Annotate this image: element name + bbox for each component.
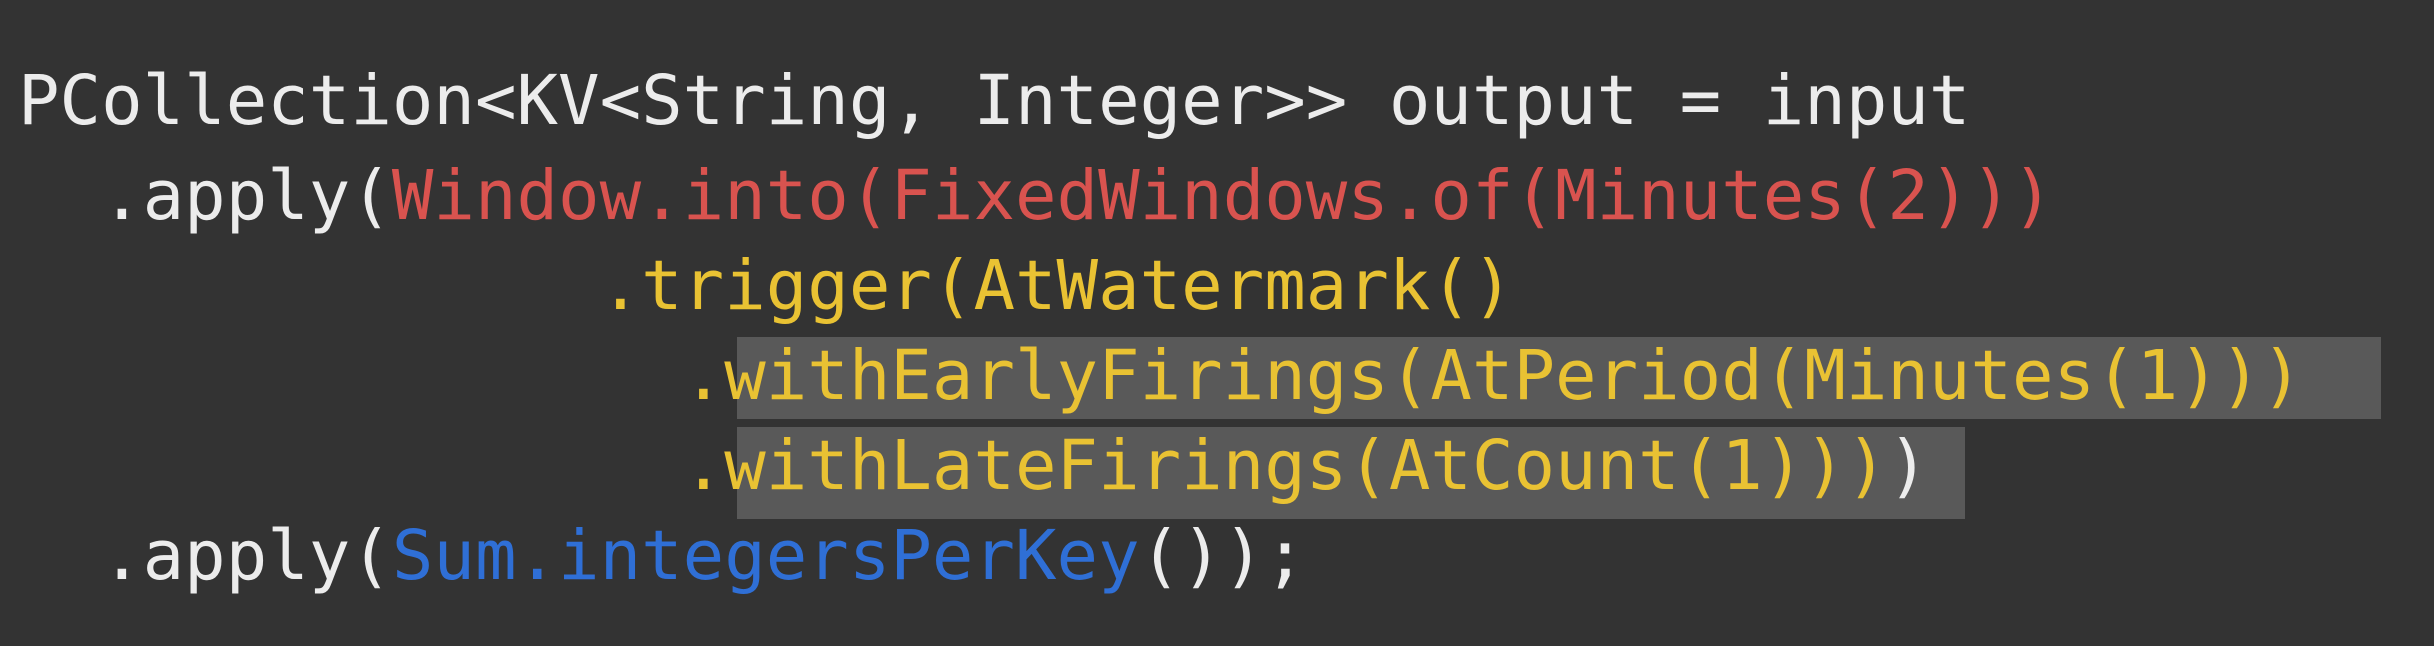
code-line-5: .withLateFirings(AtCount(1)))) — [18, 420, 1929, 512]
apply-call: .apply( — [101, 156, 392, 236]
code-line-6: .apply(Sum.integersPerKey()); — [18, 510, 1306, 602]
sum-integers-per-key: Sum.integersPerKey — [391, 516, 1140, 596]
closing-paren: ) — [1887, 426, 1929, 506]
code-line-4: .withEarlyFirings(AtPeriod(Minutes(1))) — [18, 330, 2303, 422]
code-slide: PCollection<KV<String, Integer>> output … — [0, 0, 2434, 646]
late-firings-expression: .withLateFirings(AtCount(1))) — [682, 426, 1888, 506]
apply-call: .apply( — [101, 516, 392, 596]
trigger-expression: .trigger(AtWatermark() — [599, 246, 1514, 326]
window-into-expression: Window.into(FixedWindows.of(Minutes(2))) — [391, 156, 2054, 236]
code-line-2: .apply(Window.into(FixedWindows.of(Minut… — [18, 150, 2054, 242]
pcollection-declaration: PCollection<KV<String, Integer>> output … — [18, 61, 1971, 141]
code-line-3: .trigger(AtWatermark() — [18, 240, 1514, 332]
statement-end: ()); — [1139, 516, 1306, 596]
code-line-1: PCollection<KV<String, Integer>> output … — [18, 55, 1970, 147]
early-firings-expression: .withEarlyFirings(AtPeriod(Minutes(1))) — [682, 336, 2303, 416]
